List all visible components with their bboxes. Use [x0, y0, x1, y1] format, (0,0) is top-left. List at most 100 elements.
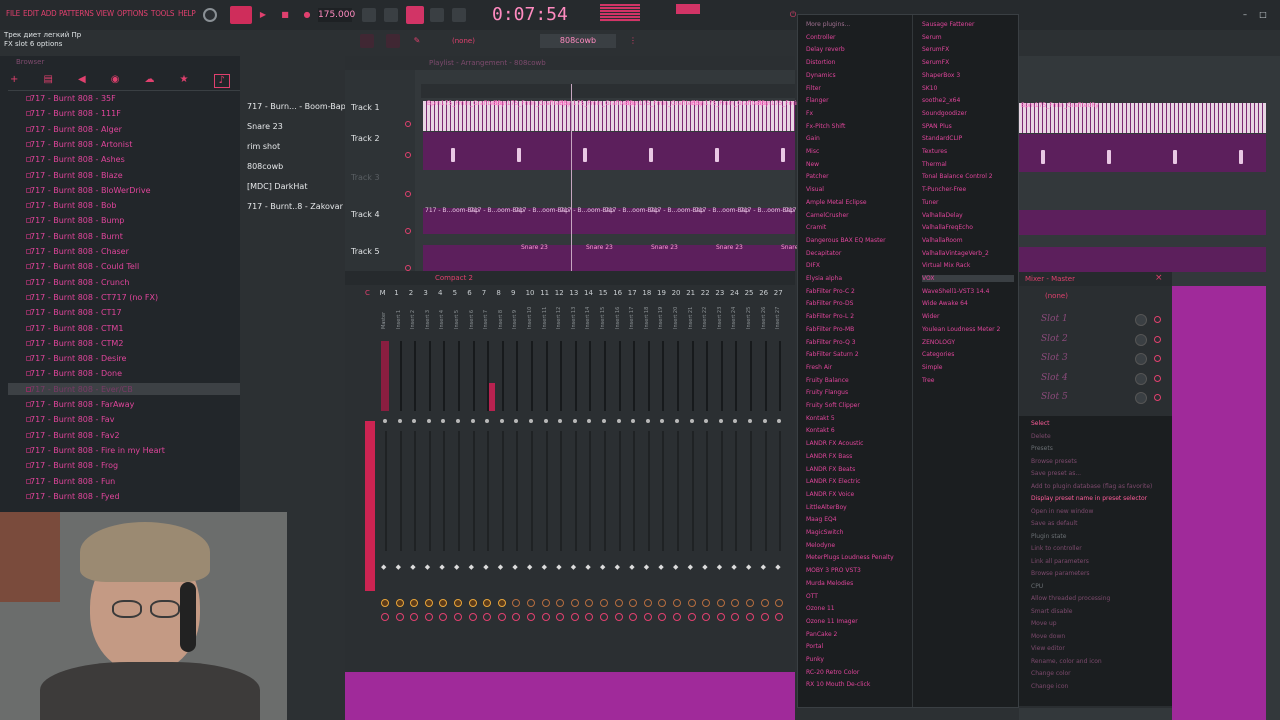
plugin-menu-item[interactable]: Dynamics [806, 72, 836, 79]
fx-context-item[interactable]: Save preset as... [1031, 470, 1081, 477]
playlist-clip[interactable]: Snare 23 Snare 23 Snare 23 Snare 23 Snare 23 [423, 244, 808, 271]
mixer-number[interactable]: 3 [423, 289, 427, 297]
plugin-menu-item[interactable]: PanCake 2 [806, 631, 837, 638]
maximize-icon[interactable]: □ [1256, 8, 1270, 22]
browser-item[interactable]: 717 - Burnt 808 - Artonist [30, 140, 132, 149]
mixer-track-label[interactable]: Insert 23 [717, 307, 723, 329]
mixer-icon[interactable]: ⋮ [626, 34, 640, 48]
fx-context-item[interactable]: Change color [1031, 670, 1071, 677]
plugin-menu-item[interactable]: SK10 [922, 85, 937, 92]
plugin-menu-item[interactable]: LANDR FX Beats [806, 466, 855, 473]
plugin-menu-item[interactable]: FabFilter Pro-C 2 [806, 288, 855, 295]
fx-context-item[interactable]: CPU [1031, 583, 1043, 590]
mixer-volume-fader[interactable] [545, 431, 548, 551]
mixer-pan-dot[interactable] [383, 419, 387, 423]
channel-item[interactable]: 717 - Burnt..8 - Zakovar [247, 202, 343, 211]
mixer-pan-dot[interactable] [762, 419, 767, 423]
clip-right-4[interactable] [1019, 210, 1266, 235]
mixer-send-knob[interactable] [585, 599, 594, 607]
browser-item[interactable]: 717 - Burnt 808 - CTM2 [30, 339, 123, 348]
mixer-number[interactable]: C [365, 289, 370, 297]
plugin-menu-item[interactable]: Gain [806, 135, 820, 142]
mixer-stereo-knob[interactable] [600, 613, 608, 621]
mixer-number[interactable]: 15 [599, 289, 608, 297]
mixer-number[interactable]: 17 [628, 289, 637, 297]
mixer-send-knob[interactable] [381, 599, 389, 607]
mixer-stereo-knob[interactable] [410, 613, 419, 621]
mixer-send-knob[interactable] [454, 599, 462, 607]
browser-item[interactable]: 717 - Burnt 808 - Crunch [30, 278, 129, 287]
fx-context-item[interactable]: Delete [1031, 433, 1051, 440]
mixer-number[interactable]: 10 [526, 289, 535, 297]
browser-item[interactable]: 717 - Burnt 808 - Could Tell [30, 262, 139, 271]
plugin-menu-item[interactable]: ValhallaVintageVerb_2 [922, 250, 989, 257]
plugin-menu-item[interactable]: OTT [806, 593, 818, 600]
plugin-menu-item[interactable]: Murda Melodies [806, 580, 853, 587]
clip-right-lower[interactable] [1172, 286, 1266, 720]
mixer-track-label[interactable]: Insert 7 [483, 310, 489, 329]
mixer-number[interactable]: 21 [686, 289, 695, 297]
fx-slot-mix-knob[interactable] [1135, 392, 1147, 404]
channel-rack-icon[interactable] [650, 34, 664, 48]
clip-right-2[interactable] [1019, 134, 1266, 172]
plugin-menu-item[interactable]: Tuner [922, 199, 939, 206]
mixer-number[interactable]: 22 [701, 289, 710, 297]
plugin-menu-item[interactable]: Kontakt 6 [806, 427, 835, 434]
fx-context-item[interactable]: Select [1031, 420, 1050, 427]
plugin-menu-item[interactable]: LANDR FX Acoustic [806, 440, 863, 447]
plugin-menu-item[interactable]: FabFilter Saturn 2 [806, 351, 859, 358]
mixer-number[interactable]: 8 [496, 289, 500, 297]
mixer-route-icon[interactable]: ◆ [512, 563, 519, 571]
touch-icon[interactable] [770, 34, 784, 48]
mixer-volume-fader[interactable] [720, 431, 723, 551]
close-icon[interactable]: × [1155, 273, 1163, 283]
fx-slot[interactable]: Slot 2 [1041, 334, 1068, 344]
mixer-stereo-knob[interactable] [556, 613, 565, 621]
mixer-volume-fader[interactable] [487, 431, 490, 551]
plugin-menu-item[interactable]: Ozone 11 Imager [806, 618, 858, 625]
browser-item[interactable]: 717 - Burnt 808 - Bob [30, 201, 116, 210]
mixer-volume-fader[interactable] [779, 431, 782, 551]
plugin-icon[interactable]: ◉ [111, 74, 120, 88]
mixer-number[interactable]: 19 [657, 289, 666, 297]
pat-song-toggle[interactable] [230, 6, 252, 24]
mixer-track-label[interactable]: Insert 10 [527, 307, 533, 329]
mixer-number[interactable]: 4 [438, 289, 442, 297]
plugin-menu-item[interactable]: MOBY 3 PRO VST3 [806, 567, 861, 574]
mixer-volume-fader[interactable] [385, 431, 387, 551]
mixer-track-label[interactable]: Insert 16 [615, 307, 621, 329]
fx-context-item[interactable]: Add to plugin database (flag as favorite… [1031, 483, 1152, 490]
fx-slot[interactable]: Slot 4 [1041, 373, 1068, 383]
fx-slot[interactable]: Slot 5 [1041, 392, 1068, 402]
track-label[interactable]: Track 2 [351, 134, 380, 143]
mixer-pan-dot[interactable] [470, 419, 475, 423]
plugin-menu-item[interactable]: Maag EQ4 [806, 516, 837, 523]
browser-item[interactable]: 717 - Burnt 808 - CT17 [30, 308, 122, 317]
mixer-pan-dot[interactable] [748, 419, 752, 423]
piano-roll-icon[interactable] [386, 34, 400, 48]
mixer-volume-fader[interactable] [589, 431, 592, 551]
mixer-send-knob[interactable] [775, 599, 784, 607]
mixer-stereo-knob[interactable] [381, 613, 389, 621]
mixer-track-label[interactable]: Insert 6 [469, 310, 475, 329]
browser-item[interactable]: 717 - Burnt 808 - Frog [30, 461, 118, 470]
metronome-icon[interactable] [362, 8, 376, 22]
plugin-menu-item[interactable]: StandardCLIP [922, 135, 962, 142]
plugin-menu-item[interactable]: Ozone 11 [806, 605, 835, 612]
mixer-volume-fader[interactable] [574, 431, 577, 551]
playhead[interactable] [571, 84, 572, 271]
mixer-route-icon[interactable]: ◆ [688, 563, 695, 571]
mixer-route-icon[interactable]: ◆ [542, 563, 549, 571]
mixer-route-icon[interactable]: ◆ [775, 563, 782, 571]
mixer-send-knob[interactable] [527, 599, 535, 607]
mixer-route-icon[interactable]: ◆ [425, 563, 432, 571]
plugin-menu-item[interactable]: WaveShell1-VST3 14.4 [922, 288, 989, 295]
track-label[interactable]: Track 5 [351, 247, 380, 256]
mixer-volume-fader[interactable] [414, 431, 417, 551]
expand-icon[interactable]: + [10, 74, 18, 88]
tempo-tap-icon[interactable] [203, 8, 217, 22]
mixer-pan-dot[interactable] [631, 419, 636, 423]
snap-selector[interactable]: (none) [452, 34, 538, 48]
plugin-menu-item[interactable]: New [806, 161, 819, 168]
pattern-selector[interactable]: 808cowb [540, 34, 616, 48]
